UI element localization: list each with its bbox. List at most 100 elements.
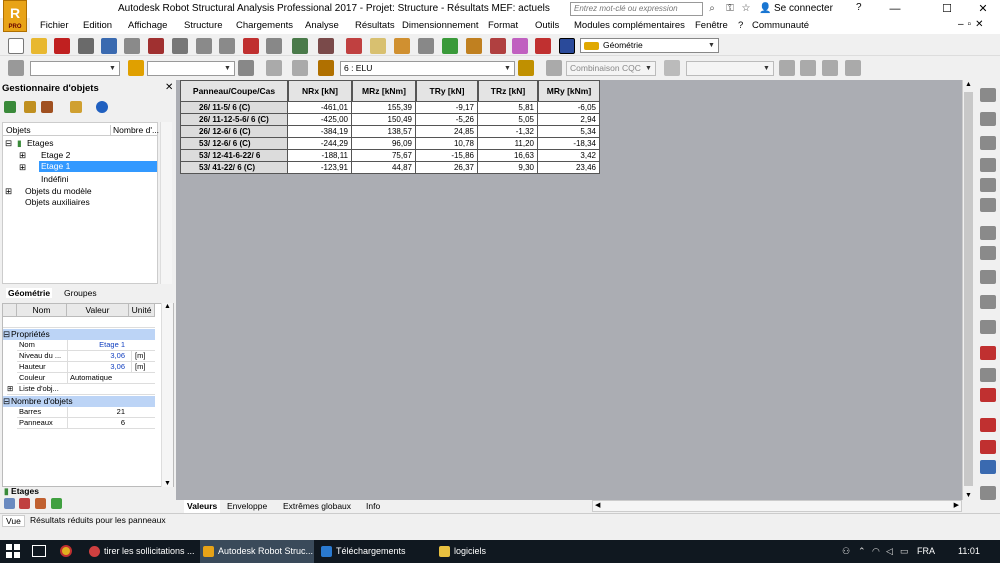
story-icon[interactable] bbox=[4, 101, 16, 113]
menu-affichage[interactable]: Affichage bbox=[128, 20, 167, 31]
component-icon[interactable] bbox=[664, 60, 680, 76]
view-3d-icon[interactable] bbox=[418, 38, 434, 54]
table-tool-icon[interactable] bbox=[980, 460, 996, 474]
cell-value[interactable]: -5,26 bbox=[416, 114, 478, 126]
cell-value[interactable]: 16,63 bbox=[478, 150, 538, 162]
search-icon[interactable]: ⌕ bbox=[706, 2, 718, 15]
cell-value[interactable]: 26,37 bbox=[416, 162, 478, 174]
cell-value[interactable]: 150,49 bbox=[352, 114, 416, 126]
language-indicator[interactable]: FRA bbox=[917, 546, 935, 556]
windows-start-icon[interactable] bbox=[6, 544, 20, 558]
cell-value[interactable]: -9,17 bbox=[416, 102, 478, 114]
cell-key[interactable]: 26/ 11-5/ 6 (C) bbox=[180, 102, 288, 114]
release-tool-icon[interactable] bbox=[980, 198, 996, 212]
node-selection-combo[interactable]: ▼ bbox=[30, 61, 120, 76]
mode-icon[interactable] bbox=[546, 60, 562, 76]
combination-tool-icon[interactable] bbox=[980, 388, 996, 402]
stress-map-icon[interactable] bbox=[466, 38, 482, 54]
bar-select-icon[interactable] bbox=[128, 60, 144, 76]
scroll-right-icon[interactable]: ▶ bbox=[954, 501, 959, 509]
menu-structure[interactable]: Structure bbox=[184, 20, 223, 31]
menu-help[interactable]: ? bbox=[738, 20, 743, 31]
col-mrz[interactable]: MRz [kNm] bbox=[352, 80, 416, 102]
scroll-down-icon[interactable]: ▼ bbox=[164, 480, 171, 487]
tab-extremes-globaux[interactable]: Extrêmes globaux bbox=[280, 500, 354, 513]
load-case-combo[interactable]: 6 : ELU ▼ bbox=[340, 61, 515, 76]
cell-key[interactable]: 53/ 12-41-6-22/ 6 bbox=[180, 150, 288, 162]
help-icon[interactable] bbox=[96, 101, 108, 113]
calculator-icon[interactable] bbox=[292, 38, 308, 54]
misc-tool-icon[interactable] bbox=[980, 486, 996, 500]
section-tool-icon[interactable] bbox=[980, 136, 996, 150]
calendar-icon[interactable] bbox=[845, 60, 861, 76]
cell-value[interactable]: 9,30 bbox=[478, 162, 538, 174]
new-file-icon[interactable] bbox=[8, 38, 24, 54]
taskbar-item-folder[interactable]: logiciels bbox=[436, 540, 548, 563]
col-nrx[interactable]: NRx [kN] bbox=[288, 80, 352, 102]
tree-col-objects[interactable]: Objets bbox=[6, 125, 31, 135]
chrome-icon[interactable] bbox=[60, 545, 72, 557]
tab-groupes[interactable]: Groupes bbox=[64, 288, 97, 298]
zoom-icon[interactable] bbox=[394, 38, 410, 54]
grid-col-valeur[interactable]: Valeur bbox=[67, 304, 129, 317]
layout-selector[interactable]: Géométrie ▼ bbox=[580, 38, 719, 53]
modules-icon[interactable] bbox=[512, 38, 528, 54]
col-mry[interactable]: MRy [kNm] bbox=[538, 80, 600, 102]
prop-row-hauteur[interactable]: Hauteur 3,06 [m] bbox=[17, 362, 155, 373]
undo-icon[interactable] bbox=[243, 38, 259, 54]
cell-value[interactable]: -244,29 bbox=[288, 138, 352, 150]
scroll-up-icon[interactable]: ▲ bbox=[965, 81, 972, 88]
scroll-thumb[interactable] bbox=[964, 92, 973, 486]
load-table-icon[interactable] bbox=[980, 368, 996, 382]
filter-clear-icon[interactable] bbox=[41, 101, 53, 113]
tree-item-objets-auxiliaires[interactable]: Objets auxiliaires bbox=[25, 197, 90, 207]
zoom-window-icon[interactable] bbox=[370, 38, 386, 54]
cell-value[interactable]: -188,11 bbox=[288, 150, 352, 162]
cell-key[interactable]: 53/ 41-22/ 6 (C) bbox=[180, 162, 288, 174]
cell-value[interactable]: -6,05 bbox=[538, 102, 600, 114]
prop-value[interactable]: Automatique bbox=[67, 373, 127, 383]
object-select-icon[interactable] bbox=[292, 60, 308, 76]
close-icon[interactable]: ✕ bbox=[165, 82, 173, 93]
prop-value[interactable]: Etage 1 bbox=[67, 340, 127, 350]
cell-value[interactable]: -123,91 bbox=[288, 162, 352, 174]
scroll-left-icon[interactable]: ◀ bbox=[595, 501, 600, 509]
copy-icon[interactable] bbox=[196, 38, 212, 54]
tab-geometrie[interactable]: Géométrie bbox=[6, 288, 53, 298]
node-tool-icon[interactable] bbox=[980, 88, 996, 102]
wall-tool-icon[interactable] bbox=[980, 295, 996, 309]
help-button[interactable]: ? bbox=[856, 2, 862, 13]
notification-icon[interactable]: ▭ bbox=[900, 546, 909, 557]
tab-etages[interactable]: ▮ Etages bbox=[4, 486, 39, 497]
page-setup-icon[interactable] bbox=[124, 38, 140, 54]
support-tool-icon[interactable] bbox=[980, 178, 996, 192]
volume-icon[interactable]: ◁ bbox=[886, 546, 893, 557]
section-proprietes[interactable]: ⊟ Propriétés bbox=[3, 329, 155, 340]
tree-expander-icon[interactable]: ⊞ bbox=[19, 162, 26, 173]
tab-valeurs[interactable]: Valeurs bbox=[184, 500, 221, 513]
tab-enveloppe[interactable]: Enveloppe bbox=[224, 500, 270, 513]
results-view-icon[interactable] bbox=[51, 498, 62, 509]
component-combo[interactable]: ▼ bbox=[686, 61, 774, 76]
bar-tool-icon[interactable] bbox=[980, 112, 996, 126]
menu-analyse[interactable]: Analyse bbox=[305, 20, 339, 31]
lock-icon[interactable] bbox=[346, 38, 362, 54]
tools-icon[interactable] bbox=[535, 38, 551, 54]
cell-value[interactable]: -425,00 bbox=[288, 114, 352, 126]
close-button[interactable]: ✕ bbox=[966, 0, 1000, 18]
subscription-icon[interactable]: ⚿ bbox=[724, 2, 736, 15]
results-vertical-scrollbar[interactable]: ▲ ▼ bbox=[962, 80, 974, 500]
grid-icon[interactable] bbox=[800, 60, 816, 76]
col-try[interactable]: TRy [kN] bbox=[416, 80, 478, 102]
load-tool-icon[interactable] bbox=[980, 346, 996, 360]
menu-fenetre[interactable]: Fenêtre bbox=[695, 20, 728, 31]
search-input[interactable]: Entrez mot-clé ou expression bbox=[570, 2, 703, 16]
calc-settings-icon[interactable] bbox=[318, 38, 334, 54]
panel-tool-icon[interactable] bbox=[980, 158, 996, 172]
cell-value[interactable]: 75,67 bbox=[352, 150, 416, 162]
filter-icon[interactable] bbox=[24, 101, 36, 113]
print-icon[interactable] bbox=[78, 38, 94, 54]
clock[interactable]: 11:01 bbox=[958, 546, 980, 556]
combination-combo[interactable]: Combinaison CQC ▼ bbox=[566, 61, 656, 76]
tree-expander-icon[interactable]: ⊞ bbox=[19, 150, 26, 161]
